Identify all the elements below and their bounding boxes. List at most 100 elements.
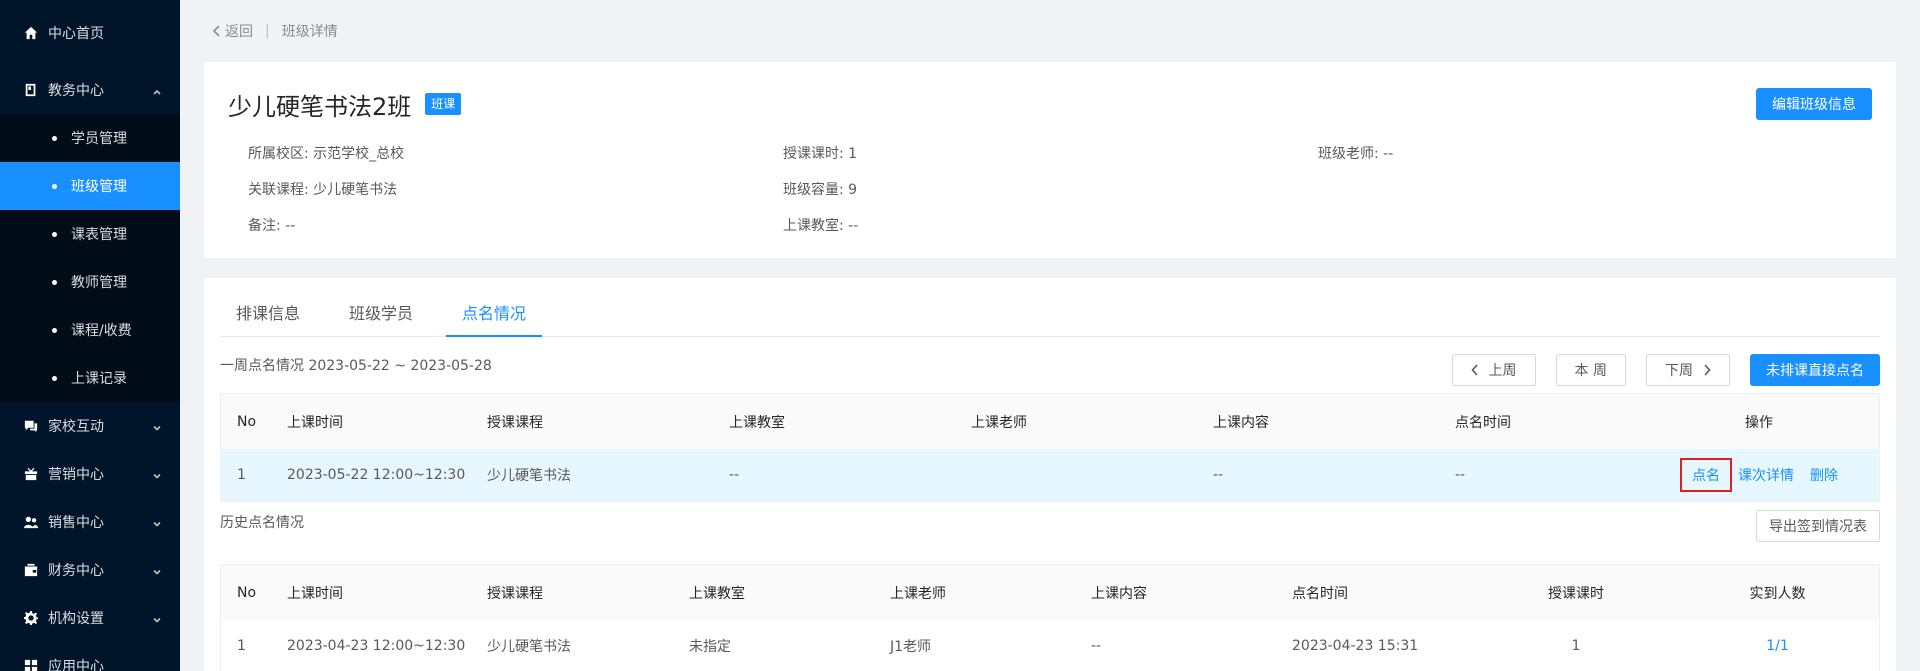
tabs: 排课信息 班级学员 点名情况 [220,278,1880,337]
dot-icon [52,183,57,189]
edit-class-button[interactable]: 编辑班级信息 [1756,88,1872,120]
prev-week-button[interactable]: 上周 [1451,354,1536,386]
table-header-row: No 上课时间 授课课程 上课教室 上课老师 上课内容 点名时间 授课课时 实到… [221,565,1879,620]
sidebar-item-label: 课程/收费 [71,323,132,339]
sidebar-item-settings[interactable]: 机构设置 [0,594,180,642]
dot-icon [52,279,57,285]
direct-roll-call-button[interactable]: 未排课直接点名 [1750,354,1880,386]
gift-icon [24,467,38,481]
sidebar-item-courses-fees[interactable]: 课程/收费 [0,306,180,354]
cell-teacher [955,449,1197,501]
field-empty [1318,172,1853,208]
field-classroom: 上课教室: -- [783,218,859,234]
cell-time: 2023-04-23 12:00~12:30 [287,638,466,654]
cell-room: 未指定 [689,639,731,655]
field-class-teacher: 班级老师: -- [1318,146,1394,162]
sidebar-item-sales[interactable]: 销售中心 [0,498,180,546]
field-capacity: 班级容量: 9 [783,182,858,198]
sidebar-item-schedule[interactable]: 课表管理 [0,210,180,258]
breadcrumb-separator: | [265,23,270,39]
delete-link[interactable]: 删除 [1810,465,1838,485]
chevron-left-icon [1470,364,1478,376]
sidebar-item-classes[interactable]: 班级管理 [0,162,180,210]
chevron-down-icon [152,517,162,527]
chevron-down-icon [152,565,162,575]
back-label: 返回 [225,24,253,40]
sidebar-item-label: 营销中心 [48,467,104,483]
home-icon [24,26,38,40]
col-header: 授课课时 [1476,565,1676,620]
prev-week-label: 上周 [1488,363,1517,379]
chevron-up-icon [152,85,162,95]
dot-icon [52,375,57,381]
chevron-down-icon [152,469,162,479]
history-label: 历史点名情况 [220,515,304,531]
gear-icon [24,611,38,625]
table-row: 1 2023-05-22 12:00~12:30 少儿硬笔书法 -- -- --… [221,449,1879,501]
col-header: 授课课程 [471,565,673,620]
chevron-down-icon [152,421,162,431]
cell-hours: 1 [1571,638,1581,654]
export-signin-button[interactable]: 导出签到情况表 [1756,510,1880,542]
field-lesson-hours: 授课课时: 1 [783,146,858,162]
sidebar-item-class-records[interactable]: 上课记录 [0,354,180,402]
sidebar-item-teachers[interactable]: 教师管理 [0,258,180,306]
cell-teacher: J1老师 [890,639,932,655]
field-remark: 备注: -- [248,218,296,234]
main-content: 返回 | 班级详情 少儿硬笔书法2班 班课 编辑班级信息 所属校区: 示范学校_… [180,0,1920,671]
sidebar-item-label: 学员管理 [71,131,127,147]
lesson-detail-link[interactable]: 课次详情 [1738,465,1794,485]
col-header: 上课教室 [673,565,874,620]
sidebar-item-label: 财务中心 [48,563,104,579]
attended-count-link[interactable]: 1/1 [1766,638,1789,654]
sidebar-item-apps[interactable]: 应用中心 [0,642,180,671]
cell-no: 1 [221,449,271,501]
col-header: No [221,394,271,449]
book-icon [24,83,38,97]
field-empty [1318,208,1853,244]
class-info-card: 少儿硬笔书法2班 班课 编辑班级信息 所属校区: 示范学校_总校 授课课时: 1… [204,62,1896,258]
col-header: No [221,565,271,620]
cell-no: 1 [237,638,246,654]
history-toolbar: 历史点名情况 导出签到情况表 [220,502,1880,564]
this-week-button[interactable]: 本 周 [1555,354,1626,386]
table-header-row: No 上课时间 授课课程 上课教室 上课老师 上课内容 点名时间 操作 [221,394,1879,449]
week-roll-table: No 上课时间 授课课程 上课教室 上课老师 上课内容 点名时间 操作 1 20… [220,393,1880,502]
history-roll-table: No 上课时间 授课课程 上课教室 上课老师 上课内容 点名时间 授课课时 实到… [220,564,1880,671]
breadcrumb: 返回 | 班级详情 [204,0,1896,62]
cell-roll-time: -- [1439,449,1639,501]
sidebar-item-label: 家校互动 [48,419,104,435]
breadcrumb-current: 班级详情 [281,24,338,40]
col-header: 上课教室 [713,394,955,449]
tab-class-students[interactable]: 班级学员 [333,292,429,336]
sidebar-item-label: 上课记录 [71,371,127,387]
sidebar-item-label: 教师管理 [71,275,127,291]
col-header: 上课时间 [271,394,471,449]
back-link[interactable]: 返回 [212,21,253,41]
sidebar-item-label: 班级管理 [71,179,127,195]
next-week-button[interactable]: 下周 [1646,354,1730,386]
sidebar-item-home-school[interactable]: 家校互动 [0,402,180,450]
roll-call-link[interactable]: 点名 [1680,458,1732,492]
col-header: 授课课程 [471,394,713,449]
sidebar-item-finance[interactable]: 财务中心 [0,546,180,594]
sidebar-item-label: 机构设置 [48,611,104,627]
sidebar-item-students[interactable]: 学员管理 [0,114,180,162]
tab-roll-call[interactable]: 点名情况 [446,292,543,337]
tab-schedule-info[interactable]: 排课信息 [220,292,316,336]
cell-room: -- [713,449,955,501]
sidebar-item-label: 销售中心 [48,515,104,531]
sidebar-item-academic[interactable]: 教务中心 [0,66,180,114]
cell-attended: 1/1 [1676,620,1879,671]
chevron-right-icon [1704,364,1711,376]
sidebar-item-marketing[interactable]: 营销中心 [0,450,180,498]
field-related-course: 关联课程: 少儿硬笔书法 [248,182,398,198]
chat-icon [24,419,38,433]
chevron-left-icon [212,25,220,37]
col-header: 操作 [1639,394,1879,449]
col-header: 点名时间 [1276,565,1476,620]
next-week-label: 下周 [1665,363,1693,379]
cell-operations: 点名 课次详情 删除 [1639,449,1879,501]
sidebar-item-home[interactable]: 中心首页 [0,0,180,66]
cell-roll-time: 2023-04-23 15:31 [1292,638,1419,654]
